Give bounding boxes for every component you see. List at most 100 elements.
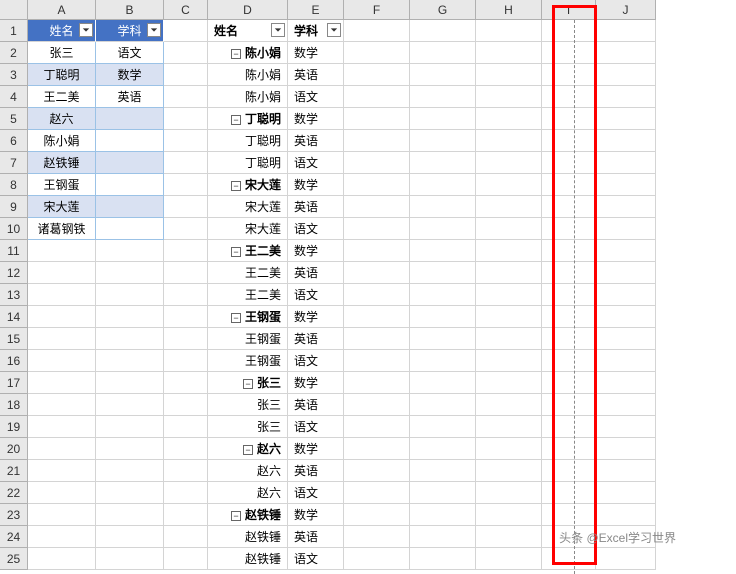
cell[interactable] [28,416,96,438]
pivot-subject-cell[interactable]: 英语 [288,394,344,416]
cell[interactable] [164,152,208,174]
cell[interactable] [164,196,208,218]
cell[interactable]: 赵铁锤 [208,548,288,570]
cell[interactable] [476,262,542,284]
cell[interactable] [476,350,542,372]
cell[interactable]: −宋大莲 [208,174,288,196]
pivot-subject-cell[interactable]: 英语 [288,130,344,152]
cell[interactable] [476,284,542,306]
cell[interactable] [344,130,410,152]
cell[interactable] [410,20,476,42]
table-row[interactable] [96,174,164,196]
cell[interactable] [164,240,208,262]
table-row[interactable] [96,108,164,130]
cell[interactable]: −王二美 [208,240,288,262]
table-row[interactable]: 数学 [96,64,164,86]
cell[interactable] [596,394,656,416]
cell[interactable] [28,284,96,306]
cell[interactable] [164,218,208,240]
pivot-subject-cell[interactable]: 语文 [288,416,344,438]
cell[interactable] [96,548,164,570]
cell[interactable] [410,438,476,460]
cell[interactable] [344,86,410,108]
cell[interactable] [164,526,208,548]
cell[interactable] [410,262,476,284]
cell[interactable] [596,306,656,328]
pivot-subject-cell[interactable]: 英语 [288,262,344,284]
cell[interactable] [96,526,164,548]
cell[interactable] [542,262,596,284]
cell[interactable]: −丁聪明 [208,108,288,130]
select-all-corner[interactable] [0,0,28,20]
cell[interactable] [410,86,476,108]
cell[interactable] [542,196,596,218]
cell[interactable] [164,416,208,438]
cell[interactable] [596,262,656,284]
cell[interactable] [596,504,656,526]
cell[interactable] [410,42,476,64]
row-header-22[interactable]: 22 [0,482,28,504]
cell[interactable]: 赵六 [208,482,288,504]
cell[interactable] [164,504,208,526]
cell[interactable] [28,438,96,460]
cell[interactable] [542,394,596,416]
table-row[interactable]: 诸葛钢铁 [28,218,96,240]
collapse-icon[interactable]: − [231,511,241,521]
cell[interactable] [164,350,208,372]
cell[interactable] [476,64,542,86]
cell[interactable] [96,240,164,262]
cell[interactable] [542,504,596,526]
cell[interactable] [164,460,208,482]
cell[interactable] [96,350,164,372]
cell[interactable] [344,504,410,526]
cell[interactable] [410,108,476,130]
cell[interactable] [476,306,542,328]
cell[interactable] [28,526,96,548]
cell[interactable] [476,196,542,218]
cell[interactable] [96,460,164,482]
row-header-14[interactable]: 14 [0,306,28,328]
pivot-subject-cell[interactable]: 语文 [288,152,344,174]
cell[interactable] [596,438,656,460]
cell[interactable]: −赵铁锤 [208,504,288,526]
cell[interactable] [476,86,542,108]
cell[interactable]: 姓名 [208,20,288,42]
cell[interactable] [410,240,476,262]
cell[interactable]: 王二美 [208,284,288,306]
cell[interactable] [28,328,96,350]
cell[interactable] [164,86,208,108]
cell[interactable] [164,372,208,394]
cell[interactable] [476,548,542,570]
cell[interactable] [542,460,596,482]
cell[interactable] [344,108,410,130]
collapse-icon[interactable]: − [243,379,253,389]
cell[interactable] [542,86,596,108]
cell[interactable] [344,42,410,64]
cell[interactable]: 姓名 [28,20,96,42]
cell[interactable] [542,350,596,372]
pivot-subject-cell[interactable]: 语文 [288,86,344,108]
cell[interactable] [542,174,596,196]
cell[interactable] [344,20,410,42]
cell[interactable] [28,262,96,284]
cell[interactable] [476,108,542,130]
pivot-subject-cell[interactable]: 数学 [288,42,344,64]
cell[interactable] [596,218,656,240]
row-header-10[interactable]: 10 [0,218,28,240]
cell[interactable] [476,482,542,504]
cell[interactable] [542,284,596,306]
cell[interactable] [164,394,208,416]
table-row[interactable]: 王钢蛋 [28,174,96,196]
cell[interactable] [344,482,410,504]
cell[interactable] [28,548,96,570]
cell[interactable]: 陈小娟 [208,64,288,86]
collapse-icon[interactable]: − [231,181,241,191]
cell[interactable]: 陈小娟 [208,86,288,108]
cell[interactable] [596,328,656,350]
cell[interactable] [476,42,542,64]
cell[interactable] [344,284,410,306]
cell[interactable] [164,284,208,306]
cell[interactable] [344,416,410,438]
cell[interactable]: −张三 [208,372,288,394]
cell[interactable] [164,262,208,284]
